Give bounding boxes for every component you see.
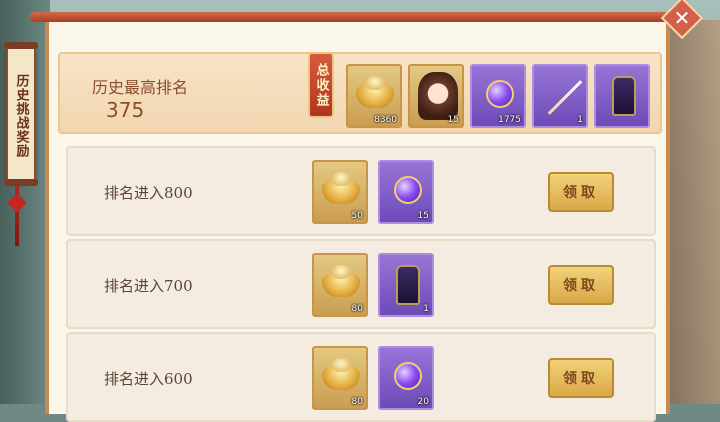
item-count: 20: [417, 397, 429, 407]
history-reward-tab-label: 历史挑战奖励: [13, 74, 29, 158]
close-icon[interactable]: ✕: [667, 3, 697, 33]
armor-icon: [612, 76, 636, 116]
reward-item-armor[interactable]: 1: [378, 253, 434, 317]
item-count: 15: [417, 211, 429, 221]
reward-row-label: 排名进入700: [104, 277, 193, 295]
purple-orb-icon: [486, 80, 514, 108]
reward-item-gold[interactable]: 80: [312, 346, 368, 410]
best-rank-title: 历史最高排名: [92, 78, 189, 97]
reward-item-orb[interactable]: 20: [378, 346, 434, 410]
claim-button[interactable]: 领取: [548, 358, 614, 398]
item-count: 1: [577, 115, 583, 125]
item-count: 15: [447, 115, 459, 125]
spear-icon: [547, 80, 583, 115]
gold-ingot-top: [331, 172, 351, 186]
reward-row-label: 排名进入600: [104, 370, 193, 388]
gold-ingot-top: [331, 265, 351, 279]
history-reward-tab[interactable]: 历史挑战奖励: [4, 42, 38, 186]
reward-row-label: 排名进入800: [104, 184, 193, 202]
header-item-orb[interactable]: 1775: [470, 64, 526, 128]
item-count: 80: [351, 304, 363, 314]
gold-ingot-top: [365, 76, 385, 90]
reward-row: 排名进入700 80 1 领取: [66, 239, 656, 329]
header-item-armor[interactable]: [594, 64, 650, 128]
reward-item-orb[interactable]: 15: [378, 160, 434, 224]
item-count: 1: [423, 304, 429, 314]
item-count: 80: [351, 397, 363, 407]
item-count: 1775: [498, 115, 521, 125]
gold-ingot-top: [331, 358, 351, 372]
best-rank-header: 历史最高排名 375 总收益 8360 15 1775 1: [58, 52, 662, 134]
header-item-hero[interactable]: 15: [408, 64, 464, 128]
claim-button[interactable]: 领取: [548, 172, 614, 212]
best-rank-value: 375: [106, 98, 145, 122]
item-count: 50: [351, 211, 363, 221]
header-item-gold[interactable]: 8360: [346, 64, 402, 128]
total-earnings-tag: 总收益: [308, 52, 334, 118]
reward-row: 排名进入800 50 15 领取: [66, 146, 656, 236]
reward-item-gold[interactable]: 50: [312, 160, 368, 224]
header-item-spear[interactable]: 1: [532, 64, 588, 128]
panel-top-bar: [30, 12, 700, 22]
reward-row: 排名进入600 80 20 领取: [66, 332, 656, 422]
purple-orb-icon: [394, 362, 422, 390]
reward-item-gold[interactable]: 80: [312, 253, 368, 317]
purple-orb-icon: [394, 176, 422, 204]
hero-portrait-icon: [418, 72, 458, 120]
claim-button[interactable]: 领取: [548, 265, 614, 305]
armor-icon: [396, 265, 420, 305]
item-count: 8360: [374, 115, 397, 125]
